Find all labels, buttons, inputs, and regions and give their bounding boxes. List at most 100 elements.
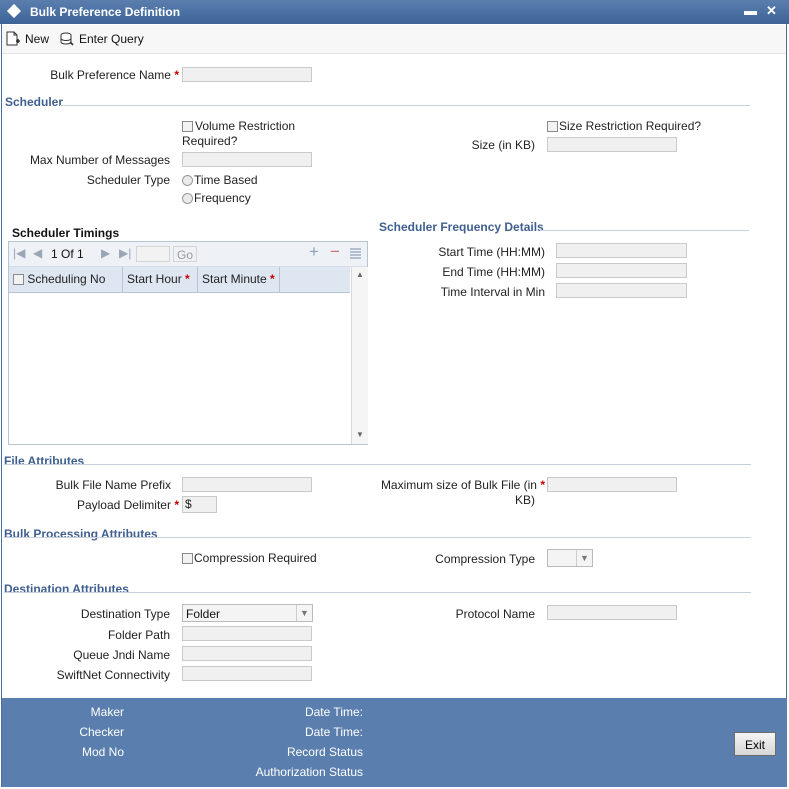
col-start-minute-label: Start Minute (202, 272, 267, 286)
col-start-hour-label: Start Hour (127, 272, 182, 286)
grid-vertical-scrollbar[interactable]: ▲ ▼ (351, 267, 368, 444)
radio-time-based[interactable]: Time Based (182, 173, 258, 187)
destination-type-label: Destination Type (80, 607, 170, 621)
scroll-up-icon[interactable]: ▲ (356, 270, 364, 279)
time-interval-label: Time Interval in Min (440, 285, 545, 299)
scroll-down-icon[interactable]: ▼ (356, 430, 364, 439)
start-time-label: Start Time (HH:MM) (438, 245, 545, 259)
enter-query-button[interactable]: Enter Query (59, 31, 144, 47)
bulk-file-prefix-label: Bulk File Name Prefix (55, 478, 171, 492)
destination-type-chevron-down-icon[interactable]: ▼ (296, 605, 312, 621)
select-all-checkbox[interactable] (13, 274, 24, 286)
compression-type-chevron-down-icon[interactable]: ▼ (576, 550, 592, 566)
close-button[interactable]: ✕ (766, 3, 777, 19)
go-button[interactable]: Go (173, 246, 197, 262)
end-time-label: End Time (HH:MM) (442, 265, 545, 279)
bulk-preference-name-label: Bulk Preference Name * (50, 68, 179, 82)
folder-path-input[interactable] (182, 626, 312, 641)
compression-required-label: Compression Required (194, 551, 317, 565)
query-database-icon (60, 32, 74, 46)
bulk-processing-divider (4, 537, 751, 538)
checker-label: Checker (79, 725, 124, 739)
first-page-icon[interactable]: |◀ (13, 246, 25, 260)
payload-delimiter-input[interactable]: $ (182, 496, 217, 513)
radio-frequency-dot[interactable] (182, 192, 193, 204)
destination-type-select[interactable]: Folder ▼ (182, 604, 313, 622)
col-start-hour: Start Hour * (123, 267, 198, 292)
size-restriction-checkbox[interactable]: Size Restriction Required? (547, 119, 701, 133)
radio-frequency-label: Frequency (194, 191, 251, 205)
mod-no-label: Mod No (81, 745, 124, 759)
compression-required-checkbox[interactable]: Compression Required (182, 551, 317, 565)
payload-delimiter-label-text: Payload Delimiter (76, 498, 171, 512)
size-restriction-label: Size Restriction Required? (559, 119, 702, 133)
radio-time-based-dot[interactable] (182, 174, 193, 186)
exit-button[interactable]: Exit (734, 732, 776, 756)
time-interval-input[interactable] (556, 283, 687, 298)
scheduler-section-title: Scheduler (5, 95, 64, 109)
compression-type-select[interactable]: ▼ (547, 549, 593, 567)
col-start-minute: Start Minute * (198, 267, 280, 292)
destination-type-value: Folder (186, 607, 221, 621)
max-messages-input[interactable] (182, 152, 312, 167)
swiftnet-input[interactable] (182, 666, 312, 681)
radio-time-based-label: Time Based (194, 173, 258, 187)
end-time-input[interactable] (556, 263, 687, 278)
destination-attributes-title: Destination Attributes (4, 582, 129, 596)
grid-header: Scheduling No Start Hour * Start Minute … (9, 267, 350, 293)
authorization-status-label: Authorization Status (255, 765, 363, 779)
volume-restriction-label: Volume Restriction Required? (182, 119, 296, 148)
queue-jndi-input[interactable] (182, 646, 312, 661)
start-time-input[interactable] (556, 243, 687, 258)
col-scheduling-no: Scheduling No (9, 267, 123, 292)
scheduler-type-label: Scheduler Type (86, 173, 170, 187)
new-button[interactable]: New (5, 31, 49, 47)
minimize-button[interactable]: ▬ (744, 3, 757, 18)
scheduler-divider (60, 105, 750, 106)
delete-row-icon[interactable]: − (330, 242, 340, 262)
checker-date-time-label: Date Time: (304, 725, 363, 739)
title-bar: Bulk Preference Definition ▬ ✕ (0, 0, 789, 24)
maker-date-time-label: Date Time: (304, 705, 363, 719)
max-bulk-file-size-input[interactable] (547, 477, 677, 492)
page-indicator: 1 Of 1 (51, 247, 84, 261)
size-restriction-checkbox-box[interactable] (547, 120, 558, 132)
toolbar: New Enter Query (2, 25, 786, 54)
audit-footer: Maker Checker Mod No Date Time: Date Tim… (2, 698, 787, 787)
window-title: Bulk Preference Definition (30, 5, 181, 19)
max-bulk-file-size-label-line2: KB) (514, 493, 535, 507)
maker-label: Maker (90, 705, 124, 719)
add-row-icon[interactable]: + (309, 242, 319, 262)
file-attributes-title: File Attributes (4, 454, 85, 468)
grid-navigation-bar: |◀ ◀ 1 Of 1 ▶ ▶| Go + − (9, 242, 367, 267)
app-diamond-icon (6, 3, 22, 19)
prev-page-icon[interactable]: ◀ (33, 246, 42, 260)
payload-delimiter-label: Payload Delimiter * (76, 498, 179, 512)
swiftnet-label: SwiftNet Connectivity (56, 668, 170, 682)
new-label: New (25, 32, 50, 46)
folder-path-label: Folder Path (107, 628, 170, 642)
next-page-icon[interactable]: ▶ (101, 246, 110, 260)
queue-jndi-label: Queue Jndi Name (73, 648, 170, 662)
destination-attributes-divider (4, 592, 751, 593)
size-kb-input[interactable] (547, 137, 677, 152)
bulk-preference-name-input[interactable] (182, 67, 312, 82)
protocol-name-label: Protocol Name (455, 607, 535, 621)
bulk-file-prefix-input[interactable] (182, 477, 312, 492)
page-number-input[interactable] (136, 246, 170, 262)
protocol-name-input[interactable] (547, 605, 677, 620)
new-document-icon (6, 31, 20, 46)
enter-query-label: Enter Query (79, 32, 144, 46)
col-scheduling-no-label: Scheduling No (27, 272, 106, 286)
record-status-label: Record Status (286, 745, 363, 759)
size-kb-label: Size (in KB) (471, 138, 535, 152)
last-page-icon[interactable]: ▶| (119, 246, 131, 260)
compression-type-label: Compression Type (435, 552, 535, 566)
file-attributes-divider (4, 464, 751, 465)
frequency-section-title: Scheduler Frequency Details (379, 220, 544, 234)
max-messages-label: Max Number of Messages (29, 153, 170, 167)
compression-required-box[interactable] (182, 552, 193, 564)
max-bulk-file-size-label: Maximum size of Bulk File (in * KB) (380, 478, 545, 507)
list-view-icon[interactable] (349, 247, 362, 260)
radio-frequency[interactable]: Frequency (182, 191, 251, 205)
